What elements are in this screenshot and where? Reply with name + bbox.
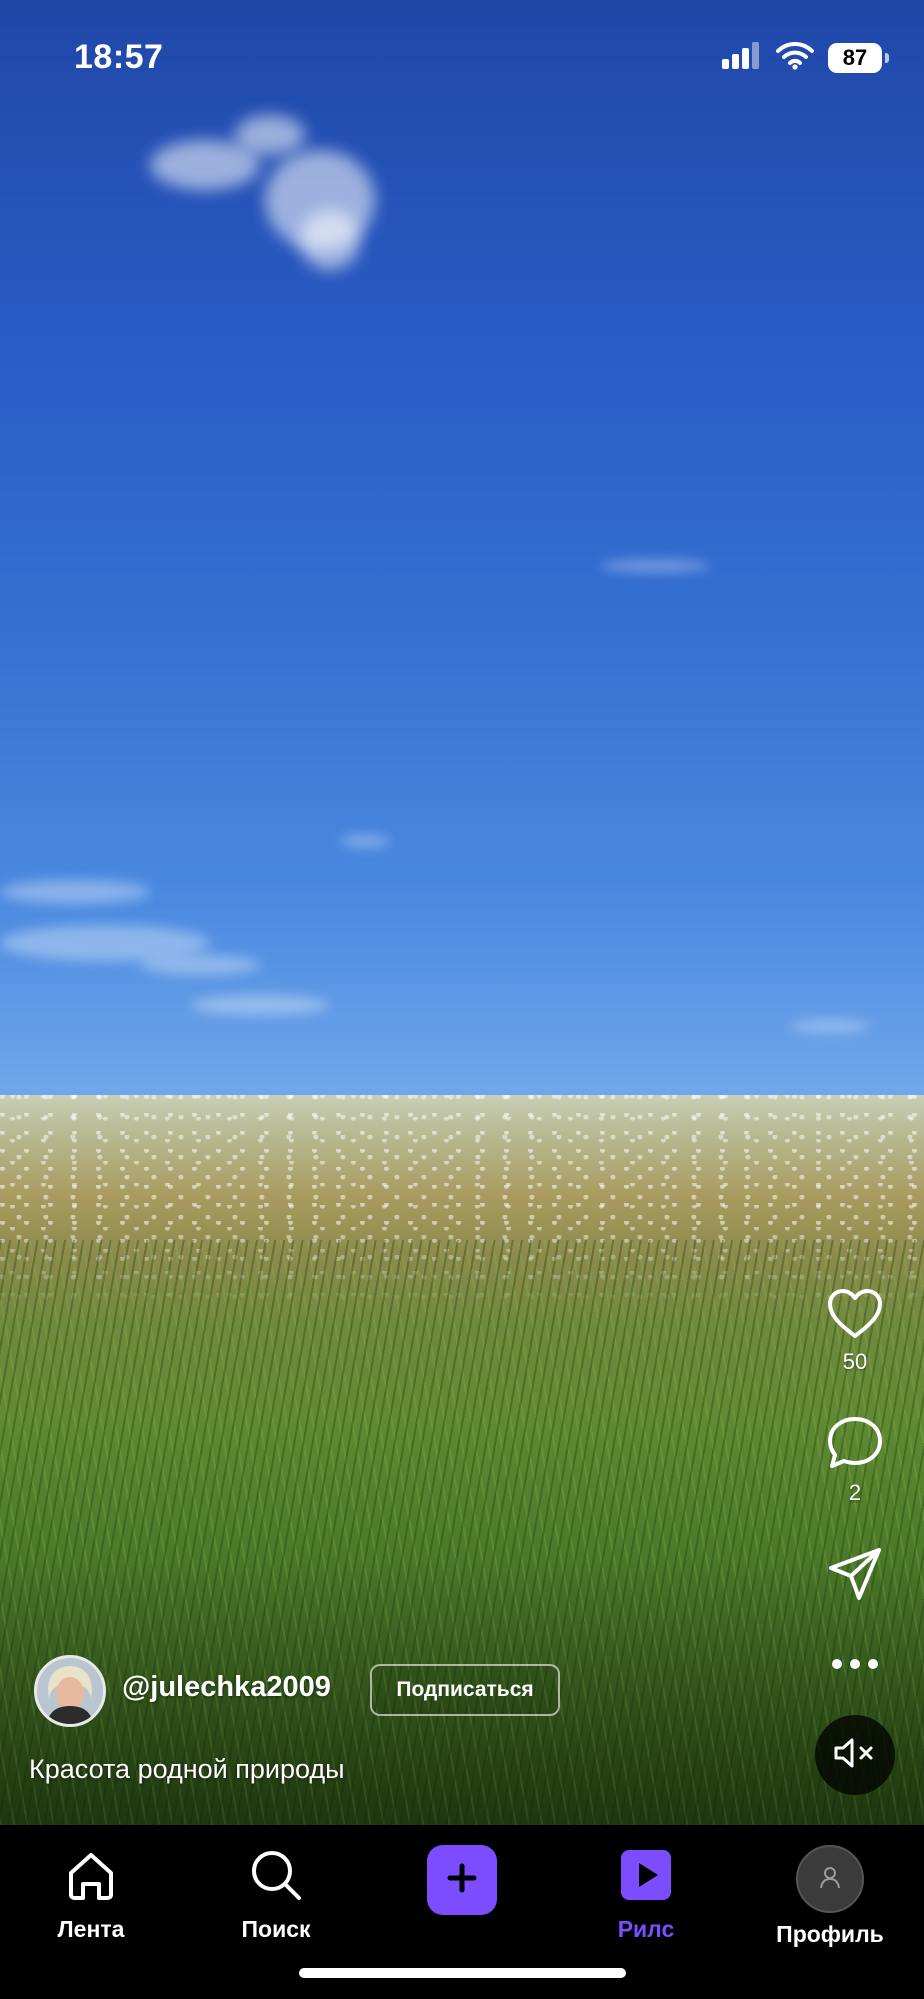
subscribe-button[interactable]: Подписаться (370, 1664, 560, 1716)
like-button[interactable]: 50 (810, 1288, 900, 1375)
mute-icon (833, 1737, 877, 1774)
signal-icon (722, 41, 762, 74)
tab-reels[interactable]: Рилс (571, 1847, 721, 1943)
reels-screen: 18:57 87 50 2 @julechka2009 Подписаться … (0, 0, 924, 1999)
wifi-icon (776, 40, 814, 75)
home-icon (63, 1847, 119, 1908)
post-caption[interactable]: Красота родной природы (29, 1754, 345, 1785)
status-time: 18:57 (74, 38, 164, 76)
tab-profile[interactable]: Профиль (755, 1845, 905, 1948)
mute-button[interactable] (815, 1715, 895, 1795)
battery-icon: 87 (828, 42, 889, 73)
share-icon (827, 1546, 883, 1607)
heart-icon (827, 1288, 883, 1345)
comment-icon (826, 1415, 884, 1476)
create-button[interactable] (427, 1845, 497, 1915)
home-indicator (299, 1968, 626, 1978)
tab-feed[interactable]: Лента (16, 1847, 166, 1943)
sky-scene (0, 0, 924, 1125)
user-icon (818, 1865, 842, 1894)
comment-count: 2 (848, 1480, 862, 1505)
tab-search[interactable]: Поиск (201, 1847, 351, 1943)
reel-video[interactable] (0, 0, 924, 1825)
tab-feed-label: Лента (57, 1916, 125, 1942)
tab-create[interactable] (387, 1845, 537, 1915)
comment-button[interactable]: 2 (810, 1415, 900, 1506)
battery-level: 87 (842, 44, 868, 70)
author-username[interactable]: @julechka2009 (122, 1671, 331, 1704)
profile-avatar (796, 1845, 864, 1913)
author-avatar[interactable] (34, 1655, 106, 1727)
search-icon (248, 1847, 304, 1908)
tab-profile-label: Профиль (776, 1921, 884, 1947)
share-button[interactable] (810, 1546, 900, 1607)
tab-reels-label: Рилс (617, 1916, 675, 1942)
status-icons: 87 (722, 40, 889, 75)
more-button[interactable] (810, 1657, 900, 1675)
more-icon (831, 1657, 879, 1675)
plus-icon (445, 1861, 479, 1900)
like-count: 50 (842, 1349, 868, 1374)
tab-search-label: Поиск (241, 1916, 311, 1942)
reels-icon (618, 1847, 674, 1908)
